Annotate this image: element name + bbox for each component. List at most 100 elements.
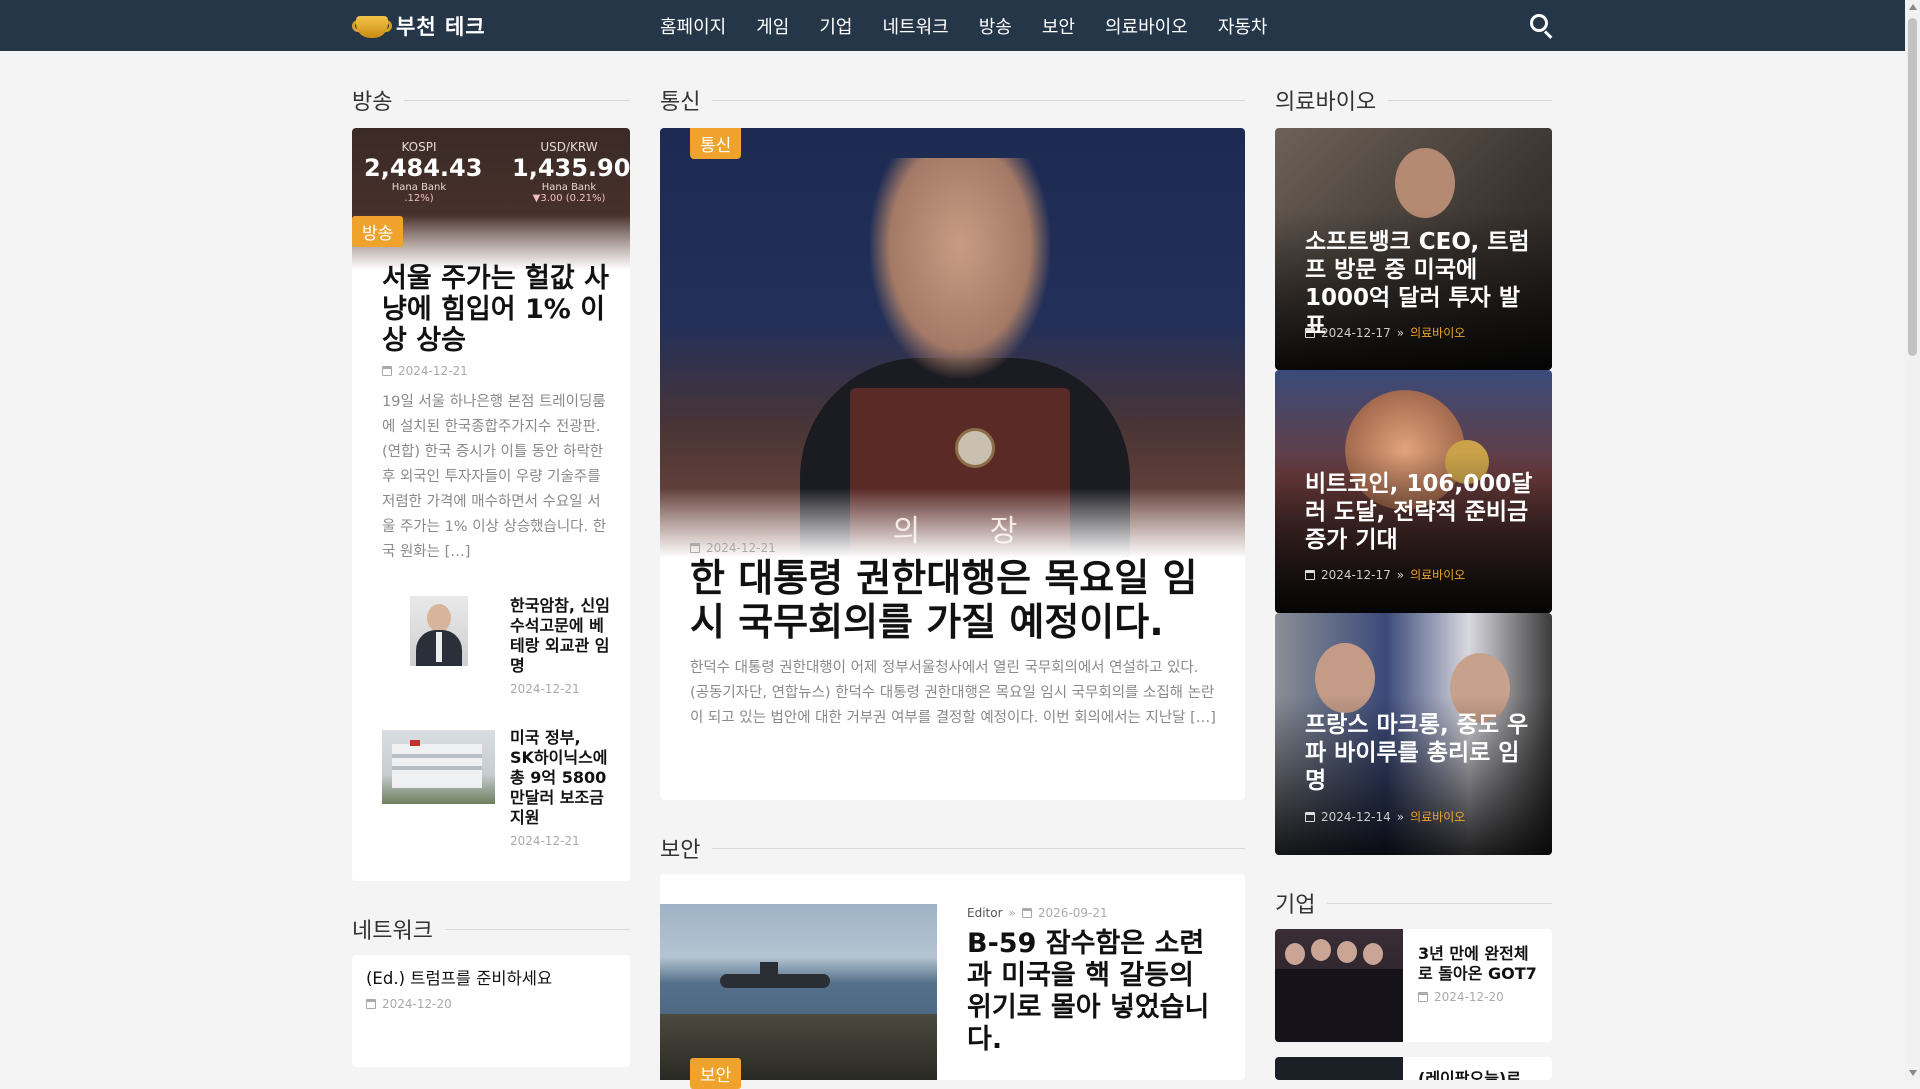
article-excerpt: 한덕수 대통령 권한대행이 어제 정부서울청사에서 열린 국무회의에서 연설하고… <box>690 660 1216 726</box>
article-title[interactable]: 3년 만에 완전체로 돌아온 GOT7 <box>1418 944 1538 984</box>
section-title: 보안 <box>660 838 701 863</box>
category-badge[interactable]: 보안 <box>690 1058 742 1089</box>
article-meta: 2024-12-17 » 의료바이오 <box>1305 324 1465 341</box>
category-badge[interactable]: 방송 <box>352 216 404 247</box>
section-heading-medbio: 의료바이오 <box>1275 84 1552 116</box>
article-title[interactable]: (Ed.) 트럼프를 준비하세요 <box>366 969 616 989</box>
article-meta: 2024-12-17 » 의료바이오 <box>1305 566 1465 583</box>
section-heading-security: 보안 <box>660 832 1245 864</box>
article-thumbnail[interactable] <box>1275 929 1403 1042</box>
search-icon[interactable] <box>1530 14 1554 39</box>
article-excerpt: 19일 서울 하나은행 본점 트레이딩룸에 설치된 한국종합주가지수 전광판. … <box>382 394 607 560</box>
calendar-icon <box>690 543 700 553</box>
article-date: 2024-12-14 <box>1321 809 1391 824</box>
medbio-card[interactable]: 비트코인, 106,000달러 도달, 전략적 준비금 증가 기대 2024-1… <box>1275 370 1552 613</box>
article-meta: 2024-12-21 <box>510 682 580 696</box>
medbio-card[interactable]: 프랑스 마크롱, 중도 우파 바이루를 총리로 임명 2024-12-14 » … <box>1275 613 1552 855</box>
section-title: 방송 <box>352 90 393 115</box>
nav-item-network[interactable]: 네트워크 <box>883 13 949 39</box>
section-heading-company: 기업 <box>1275 887 1552 919</box>
section-heading-broadcast: 방송 <box>352 84 630 116</box>
calendar-icon <box>366 999 376 1009</box>
kospi-bank: Hana Bank <box>391 182 447 193</box>
article-date: 2024-12-20 <box>1434 990 1504 1004</box>
top-navbar: 부천 테크 홈페이지 게임 기업 네트워크 방송 보안 의료바이오 자동차 <box>0 0 1905 51</box>
article-meta: Editor » 2026-09-21 <box>967 906 1108 920</box>
company-item: (레이팡오늘)로 <box>1275 1057 1552 1080</box>
article-title[interactable]: 한국암참, 신임 수석고문에 베테랑 외교관 임명 <box>510 596 610 676</box>
category-link[interactable]: 의료바이오 <box>1410 324 1465 341</box>
nav-item-security[interactable]: 보안 <box>1042 13 1075 39</box>
calendar-icon <box>1305 811 1315 822</box>
article-meta: 2024-12-20 <box>1418 990 1504 1004</box>
calendar-icon <box>1021 908 1032 918</box>
article-meta: 2024-12-21 <box>690 541 776 555</box>
section-heading-network: 네트워크 <box>352 913 630 945</box>
usd-value: 1,435.90 <box>512 154 630 182</box>
category-link[interactable]: 의료바이오 <box>1410 566 1465 583</box>
scroll-up-icon[interactable] <box>1909 4 1917 10</box>
emblem-icon <box>955 428 995 468</box>
section-title: 통신 <box>660 90 701 115</box>
article-date: 2024-12-21 <box>706 541 776 555</box>
kospi-change: .12%) <box>404 193 434 204</box>
page-scrollbar[interactable] <box>1905 0 1920 1080</box>
article-meta: 2024-12-21 <box>510 834 580 848</box>
article-meta: 2024-12-21 <box>382 364 468 378</box>
logo-text: 부천 테크 <box>396 15 486 39</box>
nav-item-auto[interactable]: 자동차 <box>1218 13 1268 39</box>
calendar-icon <box>382 366 392 376</box>
nav-item-company[interactable]: 기업 <box>819 13 852 39</box>
article-meta: 2024-12-20 <box>366 997 452 1011</box>
nav-item-game[interactable]: 게임 <box>756 13 789 39</box>
nav-item-home[interactable]: 홈페이지 <box>660 13 726 39</box>
kospi-value: 2,484.43 <box>364 154 483 182</box>
article-date: 2024-12-17 <box>1321 567 1391 582</box>
scroll-down-icon[interactable] <box>1909 1070 1917 1076</box>
article-title[interactable]: 비트코인, 106,000달러 도달, 전략적 준비금 증가 기대 <box>1305 470 1534 554</box>
section-heading-telecom: 통신 <box>660 84 1245 116</box>
calendar-icon <box>1305 327 1315 338</box>
article-title[interactable]: 서울 주가는 헐값 사냥에 힘입어 1% 이상 상승 <box>382 263 610 356</box>
submarine-image[interactable] <box>660 904 937 1080</box>
article-title[interactable]: B-59 잠수함은 소련과 미국을 핵 갈등의 위기로 몰아 넣었습니다. <box>967 928 1217 1056</box>
article-date: 2024-12-21 <box>398 364 468 378</box>
company-item: 3년 만에 완전체로 돌아온 GOT7 2024-12-20 <box>1275 929 1552 1042</box>
article-title[interactable]: (레이팡오늘)로 <box>1418 1069 1538 1080</box>
telecom-card: 의 장 통신 2024-12-21 한 대통령 권한대행은 목요일 임시 국무회… <box>660 128 1245 800</box>
stock-board-image[interactable]: KOSPI 2,484.43 Hana Bank .12%) USD/KRW 1… <box>352 128 630 270</box>
article-author[interactable]: Editor <box>967 906 1003 920</box>
section-title: 기업 <box>1275 893 1316 918</box>
trophy-logo-icon <box>352 8 392 44</box>
article-thumbnail[interactable] <box>382 730 495 804</box>
category-link[interactable]: 의료바이오 <box>1410 808 1465 825</box>
medbio-card[interactable]: 소프트뱅크 CEO, 트럼프 방문 중 미국에 1000억 달러 투자 발표 2… <box>1275 128 1552 370</box>
kospi-label: KOSPI <box>401 140 437 154</box>
usd-label: USD/KRW <box>540 140 598 154</box>
scroll-thumb[interactable] <box>1908 18 1917 356</box>
section-title: 의료바이오 <box>1275 90 1377 115</box>
main-nav: 홈페이지 게임 기업 네트워크 방송 보안 의료바이오 자동차 <box>660 0 1298 51</box>
article-date: 2026-09-21 <box>1037 906 1108 920</box>
calendar-icon <box>1305 569 1315 580</box>
usd-bank: Hana Bank <box>541 182 597 193</box>
article-title[interactable]: 미국 정부, SK하이닉스에 총 9억 5800만달러 보조금 지원 <box>510 728 610 828</box>
site-logo[interactable]: 부천 테크 <box>352 6 486 46</box>
article-thumbnail[interactable] <box>1275 1057 1403 1080</box>
article-meta: 2024-12-14 » 의료바이오 <box>1305 808 1465 825</box>
article-title[interactable]: 프랑스 마크롱, 중도 우파 바이루를 총리로 임명 <box>1305 711 1534 795</box>
calendar-icon <box>1418 992 1428 1002</box>
nav-item-medbio[interactable]: 의료바이오 <box>1105 13 1188 39</box>
category-badge[interactable]: 통신 <box>690 128 742 159</box>
usd-change: ▼3.00 (0.21%) <box>532 193 606 204</box>
article-thumbnail[interactable] <box>410 596 468 666</box>
article-date: 2024-12-20 <box>382 997 452 1011</box>
hero-image[interactable]: 의 장 <box>660 128 1245 558</box>
nav-item-broadcast[interactable]: 방송 <box>979 13 1012 39</box>
article-date: 2024-12-21 <box>510 834 580 848</box>
security-card: 보안 Editor » 2026-09-21 B-59 잠수함은 소련과 미국을… <box>660 874 1245 1089</box>
article-title[interactable]: 한 대통령 권한대행은 목요일 임시 국무회의를 가질 예정이다. <box>690 556 1220 644</box>
broadcast-card: KOSPI 2,484.43 Hana Bank .12%) USD/KRW 1… <box>352 128 630 881</box>
article-date: 2024-12-17 <box>1321 325 1391 340</box>
section-title: 네트워크 <box>352 919 433 944</box>
